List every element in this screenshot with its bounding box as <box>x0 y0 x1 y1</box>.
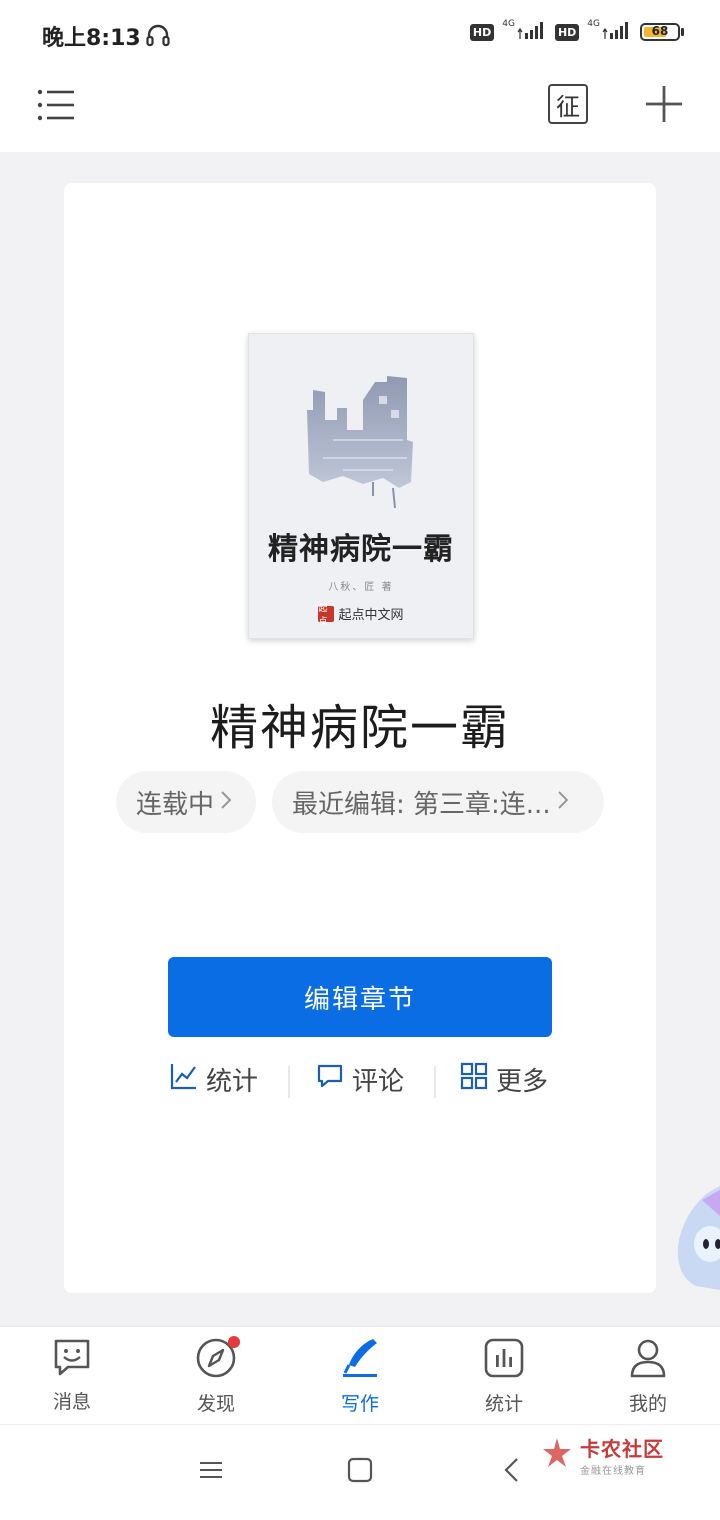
book-card: 精神病院一霸 八秋、匠 著 起点 起点中文网 精神病院一霸 连载中 最近编辑: … <box>64 183 656 1293</box>
watermark: 卡农社区 金融在线教育 <box>540 1433 664 1477</box>
watermark-title: 卡农社区 <box>580 1437 664 1461</box>
more-label: 更多 <box>496 1067 549 1097</box>
cover-title: 精神病院一霸 <box>268 532 454 567</box>
chevron-right-icon <box>557 787 569 817</box>
stats-action[interactable]: 统计 <box>170 1061 258 1098</box>
status-bar: 晚上8:13 HD 4G HD 4G 68 <box>0 0 720 70</box>
tab-writing[interactable]: 写作 <box>310 1337 410 1416</box>
comments-action[interactable]: 评论 <box>316 1061 404 1098</box>
line-chart-icon <box>170 1062 198 1097</box>
serial-status-chip[interactable]: 连载中 <box>116 771 256 833</box>
status-time: 晚上8:13 <box>42 26 141 51</box>
chevron-right-icon <box>220 787 232 817</box>
recents-icon[interactable] <box>198 1457 224 1487</box>
message-smile-icon <box>52 1337 92 1381</box>
headset-icon <box>145 22 171 52</box>
publisher-name: 起点中文网 <box>338 608 404 623</box>
network-type-label: 4G <box>502 19 515 29</box>
watermark-subtitle: 金融在线教育 <box>580 1466 646 1477</box>
hd-badge: HD <box>554 23 580 41</box>
menu-list-icon[interactable] <box>36 88 76 126</box>
stats-label: 统计 <box>206 1067 259 1097</box>
recent-edit-label: 最近编辑: 第三章:连... <box>292 789 551 820</box>
book-cover[interactable]: 精神病院一霸 八秋、匠 著 起点 起点中文网 <box>248 333 474 639</box>
network-type-label: 4G <box>587 19 600 29</box>
battery-icon: 68 <box>640 23 684 41</box>
signal-icon <box>602 20 632 44</box>
cover-illustration <box>303 370 423 514</box>
tab-discover[interactable]: 发现 <box>166 1336 266 1416</box>
assistant-mascot-icon[interactable] <box>676 1186 720 1294</box>
divider <box>288 1066 290 1098</box>
bottom-tab-bar: 消息 发现 写作 统计 我的 <box>0 1326 720 1424</box>
more-action[interactable]: 更多 <box>460 1061 548 1098</box>
top-bar: 征 <box>0 70 720 152</box>
tab-label: 消息 <box>52 1391 91 1413</box>
tab-label: 我的 <box>628 1393 667 1415</box>
watermark-logo-icon <box>540 1436 574 1474</box>
tab-stats[interactable]: 统计 <box>454 1337 554 1416</box>
tab-mine[interactable]: 我的 <box>598 1337 698 1416</box>
edit-chapter-button[interactable]: 编辑章节 <box>168 957 552 1037</box>
battery-level: 68 <box>651 24 669 38</box>
publisher-seal-icon: 起点 <box>318 604 335 627</box>
bar-chart-icon <box>483 1337 525 1383</box>
add-icon[interactable] <box>644 84 684 128</box>
status-indicators: HD 4G HD 4G 68 <box>469 19 684 44</box>
secondary-actions: 统计 评论 更多 <box>64 1061 656 1105</box>
person-icon <box>627 1337 669 1383</box>
divider <box>434 1066 436 1098</box>
recent-edit-chip[interactable]: 最近编辑: 第三章:连... <box>272 771 604 833</box>
home-icon[interactable] <box>347 1457 373 1487</box>
comments-label: 评论 <box>352 1067 405 1097</box>
back-icon[interactable] <box>500 1457 526 1487</box>
tab-messages[interactable]: 消息 <box>22 1337 122 1414</box>
system-nav-bar: 卡农社区 金融在线教育 <box>0 1424 720 1520</box>
tab-label: 写作 <box>340 1393 379 1415</box>
tab-label: 统计 <box>484 1393 523 1415</box>
pen-icon <box>339 1337 381 1383</box>
comment-bubble-icon <box>316 1062 344 1097</box>
solicit-icon[interactable]: 征 <box>548 84 588 124</box>
book-title: 精神病院一霸 <box>209 700 510 756</box>
grid-icon <box>460 1062 488 1097</box>
cover-author: 八秋、匠 著 <box>328 582 394 593</box>
cover-publisher: 起点 起点中文网 <box>249 604 473 627</box>
notification-dot <box>228 1336 240 1348</box>
tab-label: 发现 <box>196 1393 235 1415</box>
hd-badge: HD <box>469 23 495 41</box>
serial-status-label: 连载中 <box>136 789 215 820</box>
signal-icon <box>517 20 547 44</box>
